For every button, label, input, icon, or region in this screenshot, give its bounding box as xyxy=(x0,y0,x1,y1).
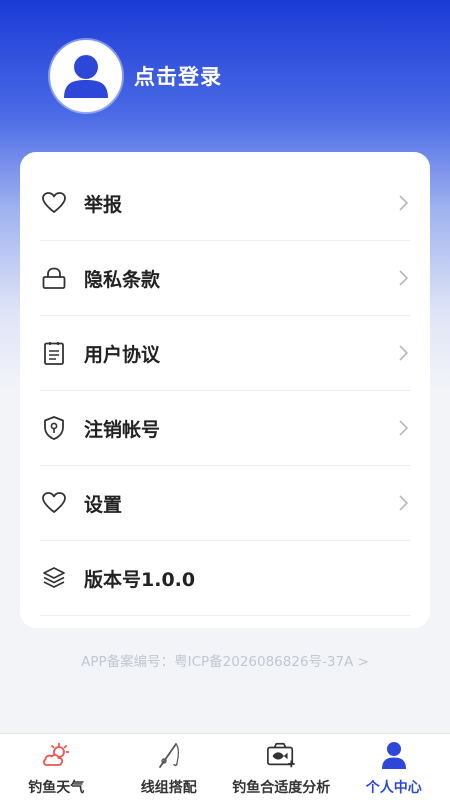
chevron-right-icon xyxy=(396,493,410,513)
tab-personal-center[interactable]: 个人中心 xyxy=(338,734,450,800)
version-label: 版本号1.0.0 xyxy=(84,568,196,591)
fishing-rod-icon xyxy=(154,740,184,770)
chevron-right-icon xyxy=(396,268,410,288)
chevron-right-icon xyxy=(396,418,410,438)
icp-record-link[interactable]: APP备案编号：粤ICP备2026086826号-37A > xyxy=(0,650,450,670)
login-link[interactable]: 点击登录 xyxy=(134,61,222,91)
clipboard-icon xyxy=(40,339,68,367)
menu-card: 举报 隐私条款 用户协议 注销帐号 设置 版本号1.0.0 xyxy=(20,152,430,628)
profile-header[interactable]: 点击登录 xyxy=(50,40,222,112)
tab-label: 线组搭配 xyxy=(140,780,197,796)
heart-icon xyxy=(40,189,68,217)
tab-fishing-weather[interactable]: 钓鱼天气 xyxy=(0,734,113,800)
shield-icon xyxy=(40,414,68,442)
tab-label: 个人中心 xyxy=(365,780,422,796)
lock-icon xyxy=(40,264,68,292)
menu-item-user-agreement[interactable]: 用户协议 xyxy=(40,316,410,391)
menu-item-cancel-account[interactable]: 注销帐号 xyxy=(40,391,410,466)
tab-fishing-suitability[interactable]: 钓鱼合适度分析 xyxy=(225,734,338,800)
menu-item-label: 用户协议 xyxy=(84,343,161,366)
menu-item-label: 注销帐号 xyxy=(84,418,161,441)
menu-item-label: 隐私条款 xyxy=(84,268,161,291)
chevron-right-icon xyxy=(396,193,410,213)
menu-item-privacy[interactable]: 隐私条款 xyxy=(40,241,410,316)
tab-line-combo[interactable]: 线组搭配 xyxy=(113,734,226,800)
menu-item-label: 举报 xyxy=(84,193,123,216)
tab-label: 钓鱼天气 xyxy=(28,780,85,796)
heart-icon xyxy=(40,489,68,517)
menu-item-settings[interactable]: 设置 xyxy=(40,466,410,541)
tab-label: 钓鱼合适度分析 xyxy=(232,780,331,796)
menu-item-label: 设置 xyxy=(84,493,123,516)
weather-icon xyxy=(41,740,71,770)
menu-item-version: 版本号1.0.0 xyxy=(40,541,410,616)
person-icon xyxy=(379,740,409,770)
bottom-tab-bar: 钓鱼天气 线组搭配 钓鱼合适度分析 个人中心 xyxy=(0,733,450,800)
fish-analysis-icon xyxy=(266,740,296,770)
menu-item-report[interactable]: 举报 xyxy=(40,166,410,241)
layers-icon xyxy=(40,564,68,592)
user-avatar-icon[interactable] xyxy=(50,40,122,112)
chevron-right-icon xyxy=(396,343,410,363)
